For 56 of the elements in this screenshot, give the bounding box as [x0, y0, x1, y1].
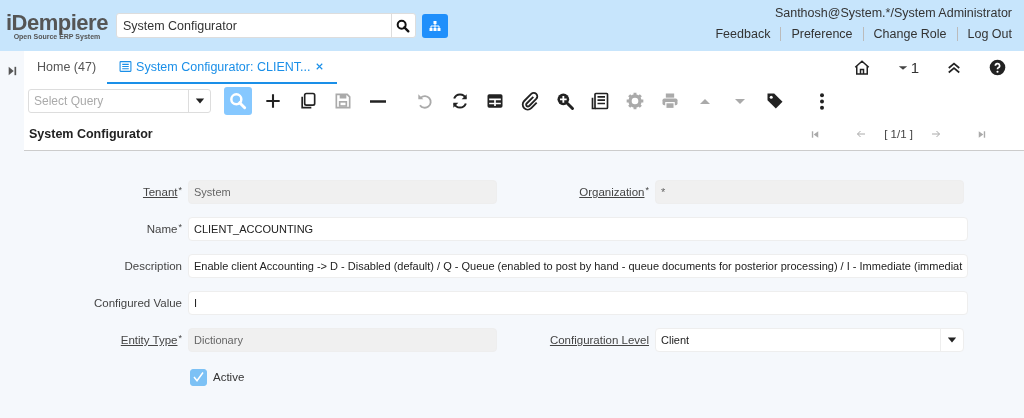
- tab[interactable]: System Configurator: CLIENT...: [107, 51, 338, 84]
- field-label-link[interactable]: Tenant: [142, 186, 178, 198]
- paperclip-icon: [520, 91, 540, 111]
- caret-up-icon: [700, 98, 710, 104]
- required-mark: *: [645, 186, 649, 194]
- header-link[interactable]: Log Out: [967, 27, 1012, 41]
- header-link[interactable]: Preference: [791, 27, 853, 41]
- required-mark: *: [178, 334, 182, 342]
- save-icon: [333, 91, 353, 111]
- record-counter: [ 1/1 ]: [884, 128, 913, 140]
- sitemap-button[interactable]: [421, 13, 448, 38]
- search-field[interactable]: System Configurator: [115, 13, 416, 38]
- input-field[interactable]: I: [188, 291, 968, 315]
- required-mark: *: [178, 186, 182, 194]
- window-count-button[interactable]: 1: [896, 59, 919, 76]
- user-name: Santhosh@System.*/System Administrator: [774, 6, 1012, 20]
- field-label: Configured Value: [94, 297, 182, 309]
- field-label: Description: [124, 260, 182, 272]
- checkbox-label: Active: [213, 371, 245, 383]
- header-link[interactable]: Feedback: [715, 27, 771, 41]
- window-icon[interactable]: [119, 60, 133, 73]
- more-icon: [820, 92, 824, 110]
- dropdown-field[interactable]: Client: [655, 328, 964, 352]
- expand-icon[interactable]: [7, 65, 17, 77]
- tag-icon: [765, 91, 785, 111]
- printer-icon: [660, 91, 680, 111]
- plus-icon: [263, 91, 283, 111]
- newspaper-icon: [590, 91, 610, 111]
- settings-icon: [625, 91, 645, 111]
- tab[interactable]: Home (47): [26, 51, 108, 84]
- search-icon[interactable]: [395, 17, 412, 34]
- refresh-icon: [450, 91, 470, 111]
- copy-icon: [298, 91, 318, 111]
- zoom-in-icon: [555, 91, 575, 111]
- search-icon: [228, 91, 248, 111]
- logo-text: iDempiere: [6, 11, 108, 34]
- input-field[interactable]: Enable client Accounting -> D - Disabled (default) / Q - Queue (enabled to post by hand - queue documents for posterior processing) / I - Immediate (immediat: [188, 254, 968, 278]
- field-label-link[interactable]: Configuration Level: [549, 334, 649, 346]
- home-icon[interactable]: [852, 58, 871, 77]
- grid-icon: [485, 91, 505, 111]
- sitemap-icon: [428, 19, 441, 32]
- field-label: Name: [146, 223, 178, 235]
- input-field[interactable]: System: [188, 180, 497, 204]
- input-field[interactable]: Dictionary: [188, 328, 497, 352]
- input-field[interactable]: *: [655, 180, 964, 204]
- undo-icon: [415, 91, 435, 111]
- minus-icon: [370, 99, 386, 103]
- checkbox[interactable]: [190, 368, 207, 386]
- field-label-link[interactable]: Organization: [579, 186, 645, 198]
- help-icon[interactable]: [989, 59, 1006, 76]
- required-mark: *: [178, 223, 182, 231]
- input-field[interactable]: CLIENT_ACCOUNTING: [188, 217, 968, 241]
- field-label-link[interactable]: Entity Type: [120, 334, 178, 346]
- panel-title: System Configurator: [29, 127, 153, 141]
- header-link[interactable]: Change Role: [873, 27, 947, 41]
- caret-down-icon: [735, 98, 745, 104]
